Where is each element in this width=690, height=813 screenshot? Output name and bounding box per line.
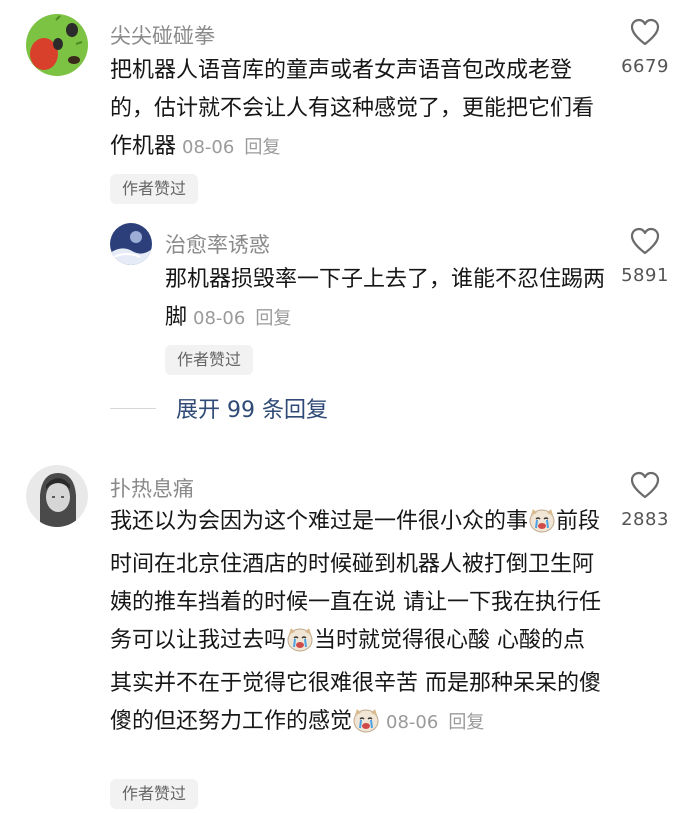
reply-button[interactable]: 回复 (244, 137, 280, 158)
author-liked-badge: 作者赞过 (110, 779, 199, 809)
crying-dog-emoji-icon (528, 507, 556, 546)
reply-date: 08-06 (193, 308, 246, 329)
like-button[interactable]: 2883 (615, 471, 675, 530)
comment-username[interactable]: 尖尖碰碰拳 (110, 20, 215, 50)
like-count: 2883 (621, 509, 669, 530)
comment-date: 08-06 (386, 712, 439, 733)
expand-replies-button[interactable]: 展开 99 条回复 (110, 390, 328, 426)
crying-dog-emoji-icon (286, 626, 314, 665)
author-liked-badge: 作者赞过 (110, 174, 199, 204)
divider-line (110, 407, 156, 409)
heart-icon[interactable] (630, 227, 660, 255)
reply-username[interactable]: 治愈率诱惑 (165, 229, 270, 259)
night-sky-avatar-icon[interactable] (110, 223, 152, 265)
crying-dog-emoji-icon (352, 707, 380, 746)
reply-text: 那机器损毁率一下子上去了，谁能不忍住踢两脚 08-06 回复 (165, 261, 605, 338)
sketch-portrait-avatar-icon[interactable] (26, 465, 88, 527)
heart-icon[interactable] (630, 471, 660, 499)
cactus-avatar-icon[interactable] (26, 14, 88, 76)
reply-comment: 治愈率诱惑 那机器损毁率一下子上去了，谁能不忍住踢两脚 08-06 回复 作者赞过 … (0, 215, 690, 385)
reply-button[interactable]: 回复 (448, 712, 484, 733)
heart-icon[interactable] (630, 18, 660, 46)
like-count: 6679 (621, 56, 669, 77)
like-count: 5891 (621, 265, 669, 286)
comment-username[interactable]: 扑热息痛 (110, 473, 194, 503)
comment-date: 08-06 (182, 137, 235, 158)
reply-button[interactable]: 回复 (255, 308, 291, 329)
author-liked-badge: 作者赞过 (165, 345, 254, 375)
comment-3: 扑热息痛 我还以为会因为这个难过是一件很小众的事 前段时间在北京住酒店的时候碰到机… (0, 455, 690, 813)
comment-text: 我还以为会因为这个难过是一件很小众的事 前段时间在北京住酒店的时候碰到机器人被打倒… (110, 503, 605, 746)
expand-replies-label[interactable]: 展开 99 条回复 (176, 392, 328, 424)
like-button[interactable]: 5891 (615, 227, 675, 286)
comment-1: 尖尖碰碰拳 把机器人语音库的童声或者女声语音包改成老登的，估计就不会让人有这种感… (0, 0, 690, 210)
comment-body-1: 我还以为会因为这个难过是一件很小众的事 (110, 509, 529, 534)
like-button[interactable]: 6679 (615, 18, 675, 77)
comment-text: 把机器人语音库的童声或者女声语音包改成老登的，估计就不会让人有这种感觉了，更能把… (110, 52, 600, 167)
